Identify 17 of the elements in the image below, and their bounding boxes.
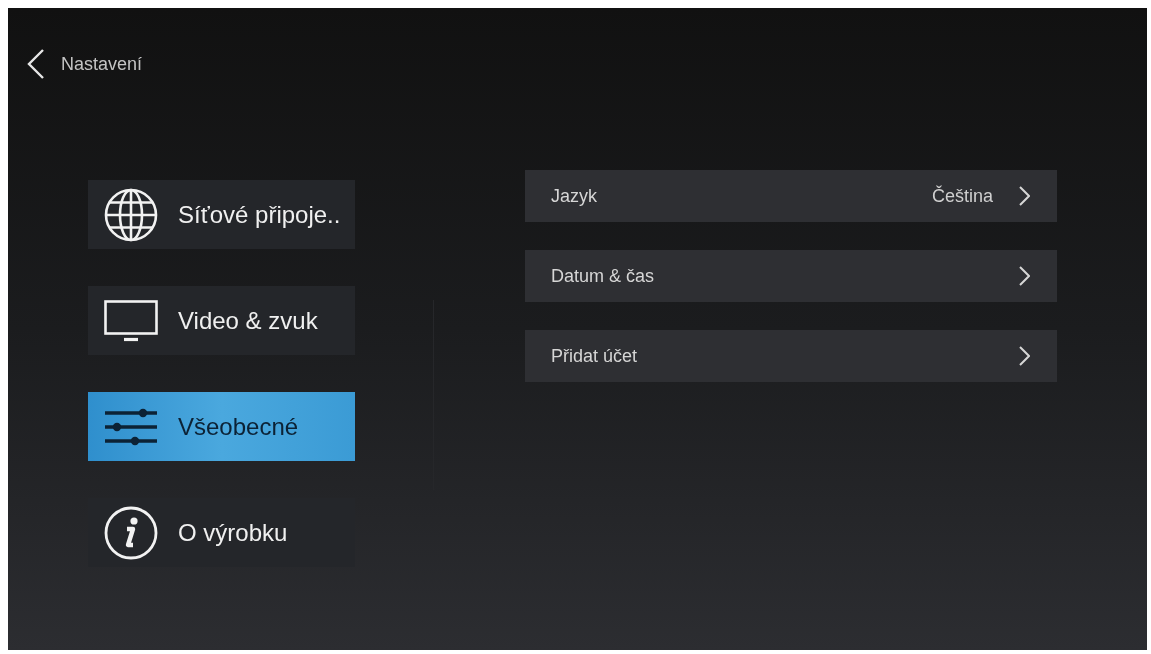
chevron-right-icon (1019, 186, 1030, 206)
category-tab[interactable]: Síťové připoje.. (88, 180, 355, 249)
screen-title: Nastavení (61, 55, 143, 73)
globe-icon (104, 187, 158, 242)
category-tab[interactable]: Všeobecné (88, 392, 355, 461)
sliders-icon (105, 407, 157, 446)
category-tab[interactable]: Video & zvuk (88, 286, 355, 355)
setting-value: Čeština (931, 184, 993, 208)
settings-row[interactable]: Datum & čas (525, 250, 1057, 302)
settings-row[interactable]: Přidat účet (525, 330, 1057, 382)
chevron-left-icon (27, 48, 45, 80)
chevron-right-icon (1019, 266, 1030, 286)
settings-row[interactable]: Jazyk Čeština (525, 170, 1057, 222)
info-icon (104, 505, 158, 560)
monitor-icon (104, 299, 158, 342)
back-button[interactable] (27, 48, 45, 80)
chevron-right-icon (1019, 346, 1030, 366)
